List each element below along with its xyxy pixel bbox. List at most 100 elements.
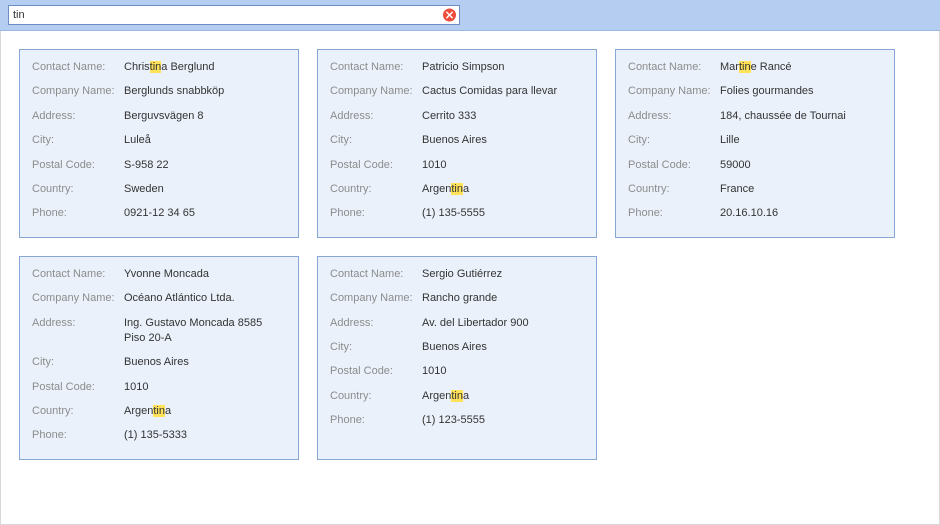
field-value: Argentina [124,404,286,419]
field-value: (1) 135-5555 [422,206,584,221]
field-value: Luleå [124,133,286,148]
field-value: (1) 123-5555 [422,413,584,428]
field-label: Contact Name: [628,60,720,75]
card-row-phone: Phone:20.16.10.16 [628,206,882,221]
card-row-phone: Phone:(1) 123-5555 [330,413,584,428]
card-row-companyName: Company Name:Folies gourmandes [628,84,882,99]
card-row-phone: Phone:(1) 135-5333 [32,428,286,443]
card-row-companyName: Company Name:Rancho grande [330,291,584,306]
contact-card: Contact Name:Yvonne Moncada Company Name:… [19,256,299,460]
field-label: Postal Code: [330,158,422,173]
search-input[interactable] [9,6,459,24]
card-row-city: City:Buenos Aires [330,133,584,148]
field-label: Country: [628,182,720,197]
field-value: Cerrito 333 [422,109,584,124]
field-value: 0921-12 34 65 [124,206,286,221]
contact-card: Contact Name:Patricio Simpson Company Nam… [317,49,597,238]
card-row-contactName: Contact Name:Christina Berglund [32,60,286,75]
field-value: Cactus Comidas para llevar [422,84,584,99]
field-value: Buenos Aires [422,340,584,355]
card-row-contactName: Contact Name:Yvonne Moncada [32,267,286,282]
field-value: Argentina [422,182,584,197]
card-row-postalCode: Postal Code:1010 [330,158,584,173]
card-row-companyName: Company Name:Océano Atlántico Ltda. [32,291,286,306]
field-label: Company Name: [32,84,124,99]
card-row-country: Country:France [628,182,882,197]
field-value: Av. del Libertador 900 [422,316,584,331]
field-label: City: [32,355,124,370]
field-value: Buenos Aires [124,355,286,370]
field-label: Address: [330,316,422,331]
field-value: Berglunds snabbköp [124,84,286,99]
card-row-city: City:Luleå [32,133,286,148]
card-row-companyName: Company Name:Berglunds snabbköp [32,84,286,99]
field-label: Company Name: [330,84,422,99]
field-label: Phone: [32,206,124,221]
card-row-postalCode: Postal Code:S-958 22 [32,158,286,173]
field-value: Sergio Gutiérrez [422,267,584,282]
field-value: Lille [720,133,882,148]
contact-card: Contact Name:Christina Berglund Company N… [19,49,299,238]
card-row-country: Country:Argentina [330,389,584,404]
card-row-postalCode: Postal Code:59000 [628,158,882,173]
field-label: Company Name: [330,291,422,306]
card-row-phone: Phone:0921-12 34 65 [32,206,286,221]
field-label: Country: [330,389,422,404]
field-value: Sweden [124,182,286,197]
search-wrap [8,5,460,25]
field-label: Country: [32,182,124,197]
field-label: Phone: [628,206,720,221]
field-value: 1010 [422,158,584,173]
field-value: Folies gourmandes [720,84,882,99]
field-label: Company Name: [32,291,124,306]
field-label: Contact Name: [330,267,422,282]
clear-search-icon[interactable] [443,9,456,22]
field-label: City: [330,340,422,355]
card-row-contactName: Contact Name:Patricio Simpson [330,60,584,75]
field-label: Contact Name: [32,60,124,75]
field-label: City: [32,133,124,148]
card-row-address: Address:Ing. Gustavo Moncada 8585 Piso 2… [32,316,286,347]
card-row-city: City:Buenos Aires [330,340,584,355]
field-value: S-958 22 [124,158,286,173]
field-label: Postal Code: [32,380,124,395]
card-row-postalCode: Postal Code:1010 [32,380,286,395]
field-value: Ing. Gustavo Moncada 8585 Piso 20-A [124,316,286,347]
card-row-postalCode: Postal Code:1010 [330,364,584,379]
field-label: Address: [32,109,124,124]
field-value: France [720,182,882,197]
field-label: Country: [32,404,124,419]
card-row-contactName: Contact Name:Sergio Gutiérrez [330,267,584,282]
field-label: Phone: [330,206,422,221]
field-label: Contact Name: [330,60,422,75]
field-value: 184, chaussée de Tournai [720,109,882,124]
contact-card: Contact Name:Martine RancéCompany Name:F… [615,49,895,238]
card-row-city: City:Buenos Aires [32,355,286,370]
card-row-address: Address:184, chaussée de Tournai [628,109,882,124]
field-value: 1010 [422,364,584,379]
field-label: Phone: [330,413,422,428]
card-row-address: Address:Av. del Libertador 900 [330,316,584,331]
field-label: Postal Code: [330,364,422,379]
field-label: Contact Name: [32,267,124,282]
field-value: (1) 135-5333 [124,428,286,443]
field-label: Address: [628,109,720,124]
card-row-phone: Phone:(1) 135-5555 [330,206,584,221]
field-label: City: [330,133,422,148]
field-label: Country: [330,182,422,197]
field-label: Postal Code: [628,158,720,173]
field-label: Company Name: [628,84,720,99]
field-value: Océano Atlántico Ltda. [124,291,286,306]
field-value: 20.16.10.16 [720,206,882,221]
search-bar [0,0,940,31]
field-label: Phone: [32,428,124,443]
card-row-address: Address:Cerrito 333 [330,109,584,124]
field-label: Address: [330,109,422,124]
field-label: Postal Code: [32,158,124,173]
field-value: Rancho grande [422,291,584,306]
field-label: Address: [32,316,124,331]
field-value: Argentina [422,389,584,404]
card-row-city: City:Lille [628,133,882,148]
card-row-country: Country:Sweden [32,182,286,197]
contact-card: Contact Name:Sergio GutiérrezCompany Nam… [317,256,597,460]
